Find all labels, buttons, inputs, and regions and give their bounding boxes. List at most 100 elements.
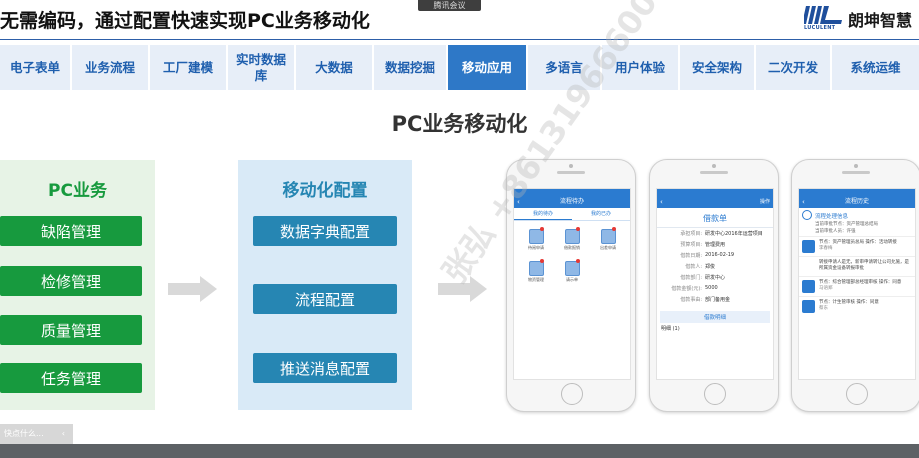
grid-item[interactable]: 待阅申请 [518, 227, 554, 259]
app-icon [529, 261, 544, 276]
section-title: PC业务移动化 [391, 112, 528, 136]
page-title: 无需编码，通过配置快速实现PC业务移动化 [0, 10, 370, 32]
pc-business-panel: PC业务 缺陷管理 检修管理 质量管理 任务管理 [0, 160, 155, 410]
push-message-config-button[interactable]: 推送消息配置 [253, 353, 397, 383]
flow-title: 流程处理信息 [799, 208, 915, 222]
flow-note: 当前审批节点：资产管理总结局 [815, 222, 878, 227]
arrow-right-icon [438, 276, 488, 306]
status-bar [657, 189, 773, 196]
app-bar: ‹ 流程历史 [799, 196, 915, 208]
status-bar [514, 189, 630, 196]
back-icon[interactable]: ‹ [660, 196, 663, 208]
meeting-badge[interactable]: 腾讯会议 [418, 0, 481, 11]
form-row: 预算项目: 管理费用 [680, 242, 726, 248]
nav-item-electronic-form[interactable]: 电子表单 [0, 45, 70, 90]
tab-my-todo[interactable]: 我的待办 [514, 208, 572, 220]
click-anything-chip[interactable]: 快点什么... ‹ [0, 424, 73, 444]
grid-item[interactable]: 请示单 [554, 259, 590, 291]
back-icon[interactable]: ‹ [802, 196, 805, 208]
mobile-panel-heading: 移动化配置 [282, 181, 368, 201]
clock-icon [802, 210, 812, 220]
phone-mockup-todo: ‹ 流程待办 我的待办 我的已办 待阅申请 借款报销 出差申请 物资管理 请示单 [506, 159, 636, 412]
maintenance-management-button[interactable]: 检修管理 [0, 266, 142, 296]
mobile-config-panel: 移动化配置 数据字典配置 流程配置 推送消息配置 [238, 160, 412, 410]
logo-brand-text: LUCULENT [804, 25, 836, 31]
camera-icon [854, 164, 858, 168]
phone-screen: ‹ 流程历史 流程处理信息 当前审批节点：资产管理总结局 当前审批人员：许强 节… [798, 188, 916, 380]
todo-tabs: 我的待办 我的已办 [514, 208, 630, 221]
home-button [704, 383, 726, 405]
avatar [802, 279, 815, 293]
badge-dot [576, 259, 580, 263]
badge-dot [540, 259, 544, 263]
form-row: 借款金额(元): 5000 [671, 285, 718, 292]
nav-item-realtime-db[interactable]: 实时数据库 [228, 45, 294, 90]
phone-screen: ‹ 操作 借款单 承担项目: 研发中心2016年运营项目 预算项目: 管理费用 借款… [656, 188, 774, 380]
quality-management-button[interactable]: 质量管理 [0, 315, 142, 345]
task-management-button[interactable]: 任务管理 [0, 363, 142, 393]
nav-item-user-experience[interactable]: 用户体验 [602, 45, 678, 90]
app-icon [565, 261, 580, 276]
nav-item-factory-modeling[interactable]: 工厂建模 [150, 45, 226, 90]
app-icon [601, 229, 616, 244]
nav-item-system-ops[interactable]: 系统运维 [832, 45, 919, 90]
flow-item: 节点：资产管理员总局 操作：活动转接 李春梅 [799, 235, 915, 256]
nav-item-secondary-development[interactable]: 二次开发 [756, 45, 830, 90]
status-bar [799, 189, 915, 196]
nav-item-big-data[interactable]: 大数据 [296, 45, 372, 90]
process-config-button[interactable]: 流程配置 [253, 284, 397, 314]
grid-item[interactable]: 借款报销 [554, 227, 590, 259]
speaker-grill [700, 171, 728, 174]
badge-dot [540, 227, 544, 231]
app-icon [565, 229, 580, 244]
nav-item-data-mining[interactable]: 数据挖掘 [374, 45, 446, 90]
nav-item-security-architecture[interactable]: 安全架构 [680, 45, 754, 90]
camera-icon [569, 164, 573, 168]
flow-item: 节点：计生管审核 操作：同意 蔡东 [799, 295, 915, 316]
tab-my-done[interactable]: 我的已办 [572, 208, 630, 220]
app-bar: ‹ 流程待办 [514, 196, 630, 208]
form-row: 借款部门: 研发中心 [680, 275, 726, 281]
speaker-grill [557, 171, 585, 174]
collapse-chevron-icon[interactable]: ‹ [62, 424, 65, 444]
bottom-bar [0, 444, 919, 458]
grid-item[interactable]: 物资管理 [518, 259, 554, 291]
flow-item: 转接申请人是无，新审申请转让公司允施，是所属资金设备转报审批 [799, 255, 915, 276]
home-button [561, 383, 583, 405]
brand-logo: LUCULENT 朗坤智慧 [802, 6, 913, 32]
form-row: 借款事由: 部门备用金 [680, 297, 731, 303]
logo-chinese-text: 朗坤智慧 [848, 11, 913, 30]
luculent-logo-icon: LUCULENT [802, 6, 844, 32]
nav-item-mobile-app[interactable]: 移动应用 [448, 45, 526, 90]
feature-nav: 电子表单 业务流程 工厂建模 实时数据库 大数据 数据挖掘 移动应用 多语言 用… [0, 45, 919, 90]
badge-dot [612, 227, 616, 231]
app-grid: 待阅申请 借款报销 出差申请 物资管理 请示单 [514, 221, 630, 297]
nav-item-business-process[interactable]: 业务流程 [72, 45, 148, 90]
form-row: 借款日期: 2016-02-19 [680, 252, 735, 259]
form-title: 借款单 [657, 208, 773, 228]
form-row: 借款人: 郑俊 [685, 264, 716, 270]
app-bar: ‹ 操作 [657, 196, 773, 208]
pc-panel-heading: PC业务 [48, 181, 107, 201]
phone-mockup-process-history: ‹ 流程历史 流程处理信息 当前审批节点：资产管理总结局 当前审批人员：许强 节… [791, 159, 919, 412]
header-divider [0, 39, 919, 40]
camera-icon [712, 164, 716, 168]
defect-management-button[interactable]: 缺陷管理 [0, 216, 142, 246]
avatar [802, 299, 815, 313]
loan-detail-header[interactable]: 借款明细 [660, 311, 770, 323]
flow-item: 节点：综合管理部总经理审核 操作：同意 马语郑 [799, 275, 915, 296]
phone-screen: ‹ 流程待办 我的待办 我的已办 待阅申请 借款报销 出差申请 物资管理 请示单 [513, 188, 631, 380]
arrow-right-icon [168, 276, 218, 306]
data-dictionary-config-button[interactable]: 数据字典配置 [253, 216, 397, 246]
phone-mockup-loan-form: ‹ 操作 借款单 承担项目: 研发中心2016年运营项目 预算项目: 管理费用 借款… [649, 159, 779, 412]
action-button[interactable]: 操作 [760, 196, 770, 208]
loan-detail-count: 明细 (1) [661, 326, 680, 332]
back-icon[interactable]: ‹ [517, 196, 520, 208]
grid-item[interactable]: 出差申请 [590, 227, 626, 259]
nav-item-multi-language[interactable]: 多语言 [528, 45, 600, 90]
speaker-grill [842, 171, 870, 174]
avatar [802, 239, 815, 253]
form-row: 承担项目: 研发中心2016年运营项目 [680, 231, 763, 237]
home-button [846, 383, 868, 405]
flow-note: 当前审批人员：许强 [815, 228, 856, 234]
